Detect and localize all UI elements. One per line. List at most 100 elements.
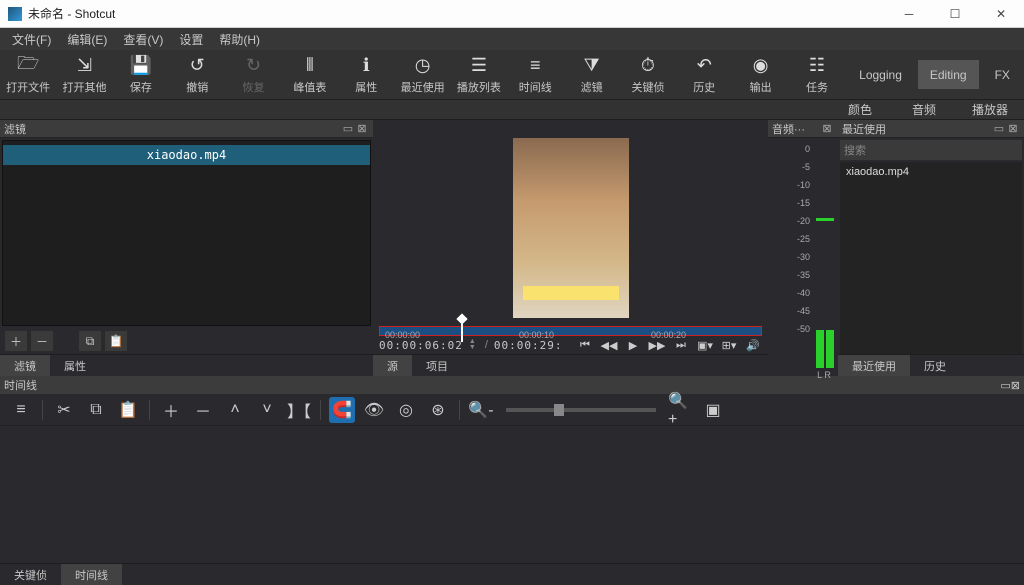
recent-panel-undock-icon[interactable]: ▭ <box>992 122 1006 135</box>
copy-filter-button[interactable]: ⧉ <box>78 330 102 352</box>
remove-button[interactable]: － <box>190 397 216 423</box>
window-minimize-button[interactable]: ─ <box>886 0 932 28</box>
playlist-button[interactable]: ☰播放列表 <box>451 50 507 99</box>
bottom-tab-timeline[interactable]: 时间线 <box>61 564 122 585</box>
peak-meter-button[interactable]: ⫴峰值表 <box>282 50 338 99</box>
video-preview[interactable] <box>373 138 768 318</box>
paste-button[interactable]: 📋 <box>115 397 141 423</box>
layout-fx[interactable]: FX <box>983 60 1022 89</box>
copy-button[interactable]: ⧉ <box>83 397 109 423</box>
history-button[interactable]: ↶历史 <box>676 50 732 99</box>
menu-view[interactable]: 查看(V) <box>115 29 171 50</box>
append-button[interactable]: ＋ <box>158 397 184 423</box>
funnel-icon: ⧩ <box>584 55 600 77</box>
add-filter-button[interactable]: ＋ <box>4 330 28 352</box>
remove-filter-button[interactable]: － <box>30 330 54 352</box>
tab-source[interactable]: 源 <box>373 355 412 376</box>
recent-panel-header: 最近使用 ▭ ⊠ <box>838 120 1024 138</box>
zoom-out-button[interactable]: 🔍- <box>468 397 494 423</box>
undo-button[interactable]: ↺撤销 <box>169 50 225 99</box>
window-close-button[interactable]: ✕ <box>978 0 1024 28</box>
timeline-menu-button[interactable]: ≡ <box>8 397 34 423</box>
paste-filter-button[interactable]: 📋 <box>104 330 128 352</box>
overwrite-button[interactable]: ˅ <box>254 397 280 423</box>
filters-toolbar: ＋ － ⧉ 📋 <box>0 328 373 354</box>
skip-start-button[interactable]: ⏮ <box>576 339 594 352</box>
zoom-fit-button[interactable]: ▣▾ <box>696 339 714 352</box>
tab-history[interactable]: 历史 <box>910 355 960 376</box>
tab-recent[interactable]: 最近使用 <box>838 355 910 376</box>
preview-tabbar: 源 项目 <box>373 354 768 376</box>
clip-item[interactable]: xiaodao.mp4 <box>3 145 370 165</box>
play-button[interactable]: ▶ <box>624 339 642 352</box>
current-timecode[interactable]: 00:00:06:02 <box>379 339 463 352</box>
properties-button[interactable]: ℹ属性 <box>338 50 394 99</box>
lift-button[interactable]: ˄ <box>222 397 248 423</box>
tab-project[interactable]: 项目 <box>412 355 462 376</box>
layout-toolbar-row2: 颜色 音频 播放器 <box>0 100 1024 120</box>
recent-item[interactable]: xiaodao.mp4 <box>840 162 1022 182</box>
jobs-button[interactable]: ☷任务 <box>789 50 845 99</box>
ripple-all-button[interactable]: ⊛ <box>425 397 451 423</box>
forward-button[interactable]: ▶▶ <box>648 339 666 352</box>
save-button[interactable]: 💾保存 <box>113 50 169 99</box>
cut-button[interactable]: ✂ <box>51 397 77 423</box>
menu-settings[interactable]: 设置 <box>171 29 211 50</box>
recent-list[interactable]: xiaodao.mp4 <box>840 162 1022 354</box>
filters-panel-header: 滤镜 ▭ ⊠ <box>0 120 373 138</box>
bars-icon: ⫴ <box>306 55 314 77</box>
keyframes-button[interactable]: ⏱关键侦 <box>620 50 676 99</box>
redo-button[interactable]: ↻恢复 <box>225 50 281 99</box>
grid-button[interactable]: ⊞▾ <box>720 339 738 352</box>
split-button[interactable]: 】【 <box>286 397 312 423</box>
export-button[interactable]: ◉输出 <box>732 50 788 99</box>
menu-file[interactable]: 文件(F) <box>4 29 59 50</box>
bottom-tabbar: 关键侦 时间线 <box>0 563 1024 585</box>
layout-color[interactable]: 颜色 <box>830 100 890 119</box>
rewind-button[interactable]: ◀◀ <box>600 339 618 352</box>
transport-bar: 00:00:06:02 ▲▼ / 00:00:29: ⏮ ◀◀ ▶ ▶▶ ⏭ ▣… <box>373 336 768 354</box>
scrub-button[interactable]: 👁 <box>361 397 387 423</box>
window-maximize-button[interactable]: ☐ <box>932 0 978 28</box>
timeline-undock-icon[interactable]: ▭ <box>1000 379 1010 392</box>
recent-search-input[interactable]: 搜索 <box>840 140 1022 160</box>
menu-help[interactable]: 帮助(H) <box>211 29 268 50</box>
timeline-tracks-area[interactable] <box>0 426 1024 563</box>
skip-end-button[interactable]: ⏭ <box>672 339 690 352</box>
undo-icon: ↺ <box>190 55 205 77</box>
volume-button[interactable]: 🔊 <box>744 339 762 352</box>
timeline-toolbar: ≡ ✂ ⧉ 📋 ＋ － ˄ ˅ 】【 🧲 👁 ◎ ⊛ 🔍- 🔍+ ▣ <box>0 394 1024 426</box>
layout-player[interactable]: 播放器 <box>958 100 1022 119</box>
open-file-button[interactable]: 🗁打开文件 <box>0 50 56 99</box>
filters-clip-list[interactable]: xiaodao.mp4 <box>2 140 371 326</box>
audio-level-bars <box>816 330 834 368</box>
timecode-spinner[interactable]: ▲▼ <box>469 339 479 351</box>
preview-scrubber[interactable]: 00:00:00 00:00:10 00:00:20 <box>379 318 762 336</box>
audio-panel-close-icon[interactable]: ⊠ <box>820 122 834 135</box>
zoom-slider[interactable] <box>506 408 656 412</box>
list-icon: ☰ <box>471 55 487 77</box>
recent-button[interactable]: ◷最近使用 <box>394 50 450 99</box>
snap-button[interactable]: 🧲 <box>329 397 355 423</box>
zoom-slider-knob[interactable] <box>554 404 564 416</box>
layout-logging[interactable]: Logging <box>847 60 914 89</box>
open-other-button[interactable]: ⇲打开其他 <box>56 50 112 99</box>
bottom-tab-keyframes[interactable]: 关键侦 <box>0 564 61 585</box>
recent-panel: 搜索 xiaodao.mp4 最近使用 历史 <box>838 138 1024 376</box>
layout-audio[interactable]: 音频 <box>894 100 954 119</box>
audio-peak-indicator <box>816 218 834 221</box>
filters-button[interactable]: ⧩滤镜 <box>563 50 619 99</box>
tab-filters[interactable]: 滤镜 <box>0 355 50 376</box>
timeline-close-icon[interactable]: ⊠ <box>1011 379 1020 392</box>
recent-panel-close-icon[interactable]: ⊠ <box>1006 122 1020 135</box>
layout-editing[interactable]: Editing <box>918 60 979 89</box>
tab-properties[interactable]: 属性 <box>50 355 100 376</box>
timeline-button[interactable]: ≡时间线 <box>507 50 563 99</box>
history-icon: ↶ <box>697 55 712 77</box>
zoom-fit-timeline-button[interactable]: ▣ <box>700 397 726 423</box>
zoom-in-button[interactable]: 🔍+ <box>668 397 694 423</box>
ripple-button[interactable]: ◎ <box>393 397 419 423</box>
panel-close-icon[interactable]: ⊠ <box>355 122 369 135</box>
menu-edit[interactable]: 编辑(E) <box>59 29 115 50</box>
panel-undock-icon[interactable]: ▭ <box>341 122 355 135</box>
